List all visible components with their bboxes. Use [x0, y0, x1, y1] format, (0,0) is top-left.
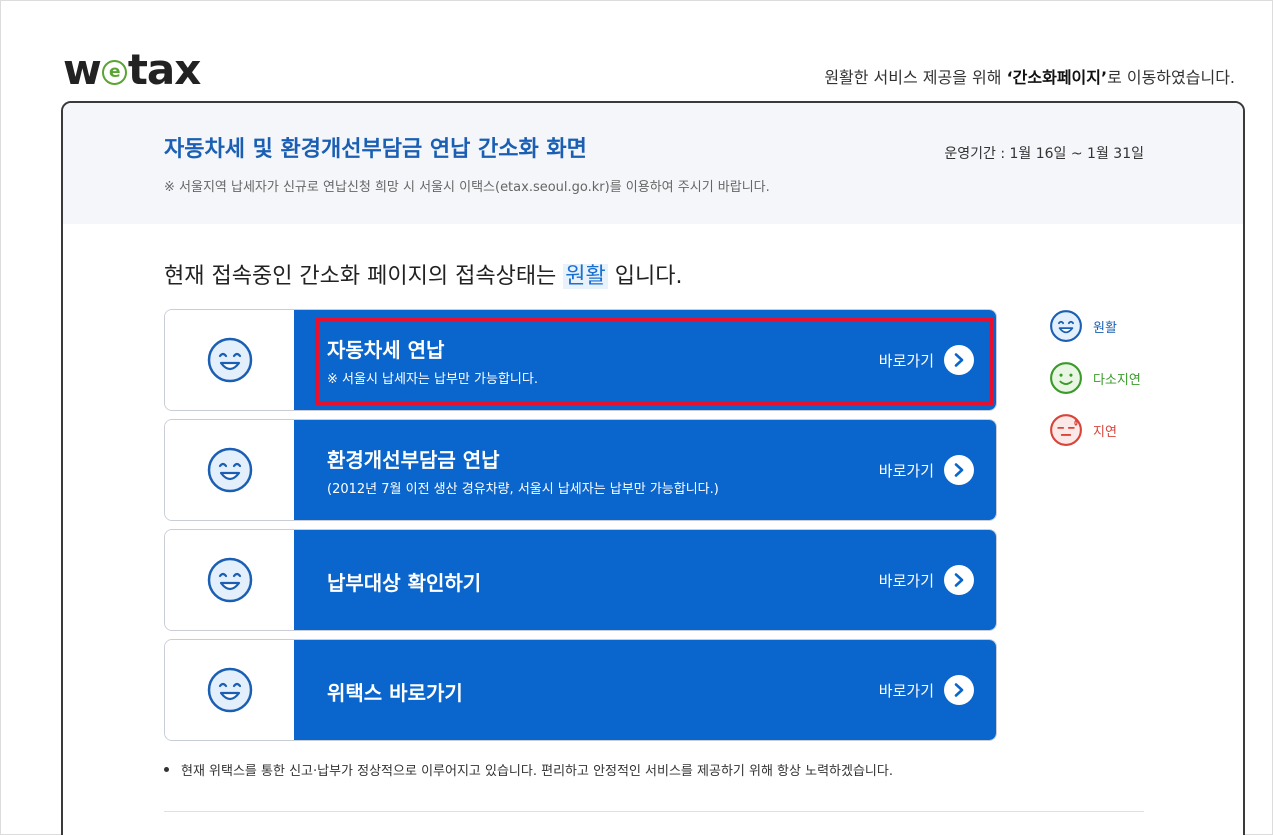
- top-notice-suffix: 로 이동하였습니다.: [1107, 68, 1235, 87]
- status-value: 원활: [563, 264, 608, 289]
- menu-item-desc: (2012년 7월 이전 생산 경유차량, 서울시 납세자는 납부만 가능합니다…: [327, 482, 719, 497]
- menu-item-title: 납부대상 확인하기: [327, 571, 482, 595]
- page-title: 자동차세 및 환경개선부담금 연납 간소화 화면: [164, 137, 587, 162]
- legend-label: 원활: [1093, 320, 1117, 336]
- face-cell: [165, 530, 294, 630]
- footnote: 현재 위택스를 통한 신고·납부가 정상적으로 이루어지고 있습니다. 편리하고…: [164, 760, 893, 779]
- card-header: 자동차세 및 환경개선부담금 연납 간소화 화면 운영기간 : 1월 16일 ~…: [63, 103, 1243, 224]
- smile-face-icon: [207, 337, 252, 383]
- menu-item-title: 위택스 바로가기: [327, 681, 463, 705]
- menu-blue-panel: 자동차세 연납 ※ 서울시 납세자는 납부만 가능합니다. 바로가기: [294, 310, 996, 410]
- chevron-right-icon: [944, 345, 974, 375]
- go-button[interactable]: 바로가기: [879, 565, 974, 595]
- go-button[interactable]: 바로가기: [879, 675, 974, 705]
- main-card: 자동차세 및 환경개선부담금 연납 간소화 화면 운영기간 : 1월 16일 ~…: [61, 101, 1245, 835]
- legend-label: 다소지연: [1093, 372, 1141, 388]
- legend-item-slow: 다소지연: [1049, 360, 1141, 396]
- chevron-right-icon: [944, 455, 974, 485]
- header-notice: ※ 서울지역 납세자가 신규로 연납신청 희망 시 서울시 이택스(etax.s…: [164, 180, 770, 195]
- go-label: 바로가기: [878, 681, 934, 700]
- menu-item-env-charge-prepay[interactable]: 환경개선부담금 연납 (2012년 7월 이전 생산 경유차량, 서울시 납세자…: [164, 419, 997, 521]
- face-cell: [165, 310, 294, 410]
- menu-item-title: 자동차세 연납: [327, 338, 445, 362]
- logo-text-w: w: [63, 44, 102, 94]
- go-button[interactable]: 바로가기: [879, 345, 974, 375]
- footnote-text: 현재 위택스를 통한 신고·납부가 정상적으로 이루어지고 있습니다. 편리하고…: [181, 764, 893, 779]
- menu-item-check-payment-target[interactable]: 납부대상 확인하기 바로가기: [164, 529, 997, 631]
- go-label: 바로가기: [878, 571, 934, 590]
- legend-item-delay: 지연: [1049, 412, 1141, 448]
- top-notice-prefix: 원활한 서비스 제공을 위해: [824, 68, 1007, 87]
- legend-item-good: 원활: [1049, 308, 1141, 344]
- menu-item-desc: ※ 서울시 납세자는 납부만 가능합니다.: [327, 372, 538, 387]
- operation-period: 운영기간 : 1월 16일 ~ 1월 31일: [944, 146, 1144, 162]
- chevron-right-icon: [944, 565, 974, 595]
- status-legend: 원활 다소지연 지연: [1049, 308, 1141, 464]
- go-button[interactable]: 바로가기: [879, 455, 974, 485]
- legend-label: 지연: [1093, 424, 1117, 440]
- smile-face-icon: [207, 447, 252, 493]
- divider: [164, 811, 1144, 812]
- go-label: 바로가기: [878, 351, 934, 370]
- menu-blue-panel: 위택스 바로가기 바로가기: [294, 640, 996, 740]
- bullet-dot: [164, 767, 169, 772]
- go-label: 바로가기: [878, 461, 934, 480]
- status-prefix: 현재 접속중인 간소화 페이지의 접속상태는: [164, 264, 564, 289]
- connection-status: 현재 접속중인 간소화 페이지의 접속상태는 원활 입니다.: [164, 258, 683, 290]
- logo-text-tax: tax: [127, 44, 202, 94]
- menu-item-title: 환경개선부담금 연납: [327, 448, 500, 472]
- face-cell: [165, 420, 294, 520]
- smile-face-icon: [207, 667, 252, 713]
- menu-item-car-tax-prepay[interactable]: 자동차세 연납 ※ 서울시 납세자는 납부만 가능합니다. 바로가기: [164, 309, 997, 411]
- menu-blue-panel: 환경개선부담금 연납 (2012년 7월 이전 생산 경유차량, 서울시 납세자…: [294, 420, 996, 520]
- sweat-face-icon: [1050, 414, 1082, 446]
- wetax-logo[interactable]: w e tax: [63, 45, 201, 94]
- logo-e-circle: e: [101, 59, 127, 85]
- menu-blue-panel: 납부대상 확인하기 바로가기: [294, 530, 996, 630]
- neutral-smile-face-icon: [1050, 362, 1082, 394]
- chevron-right-icon: [944, 675, 974, 705]
- menu-item-go-wetax[interactable]: 위택스 바로가기 바로가기: [164, 639, 997, 741]
- status-suffix: 입니다.: [607, 264, 683, 289]
- top-notice: 원활한 서비스 제공을 위해 ‘간소화페이지’로 이동하였습니다.: [824, 64, 1235, 88]
- face-cell: [165, 640, 294, 740]
- top-notice-highlight: ‘간소화페이지’: [1006, 68, 1108, 87]
- smile-face-icon: [207, 557, 252, 603]
- smile-face-icon: [1050, 310, 1082, 342]
